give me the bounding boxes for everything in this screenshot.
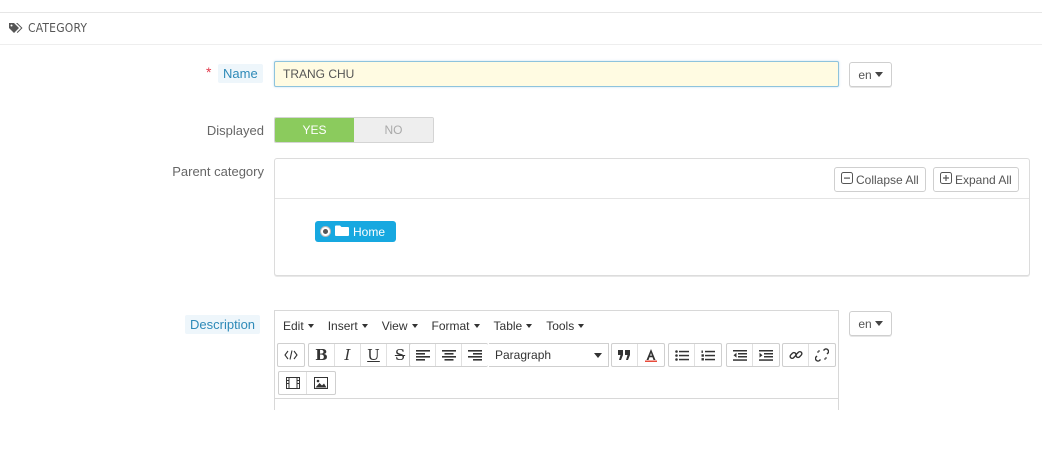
toolbar-group-text-style: B I U S: [308, 343, 414, 367]
bullet-list-icon[interactable]: [669, 344, 695, 366]
image-icon[interactable]: [307, 372, 335, 394]
menu-tools[interactable]: Tools: [546, 318, 585, 333]
format-select[interactable]: Paragraph: [489, 343, 609, 367]
bold-icon[interactable]: B: [309, 344, 335, 366]
indent-icon[interactable]: [753, 344, 779, 366]
menu-label: Table: [493, 318, 523, 333]
toggle-yes-option[interactable]: YES: [275, 118, 354, 142]
menu-label: Edit: [283, 318, 304, 333]
format-select-value: Paragraph: [495, 348, 552, 362]
language-code: en: [858, 316, 872, 331]
plus-square-icon: [940, 172, 952, 187]
home-radio[interactable]: [320, 226, 331, 237]
name-input[interactable]: [274, 61, 839, 87]
unlink-icon[interactable]: [809, 344, 835, 366]
tree-toolbar: Collapse All Expand All: [275, 159, 1029, 199]
name-label: Name: [218, 64, 263, 83]
menu-label: Insert: [327, 318, 358, 333]
panel-title: CATEGORY: [28, 21, 88, 35]
folder-icon: [335, 225, 349, 239]
tree-node-label: Home: [353, 224, 386, 239]
menu-view[interactable]: View: [382, 319, 418, 333]
caret-down-icon: [411, 323, 418, 328]
align-right-icon[interactable]: [462, 344, 488, 366]
collapse-all-label: Collapse All: [856, 172, 919, 187]
numbered-list-icon[interactable]: [695, 344, 721, 366]
caret-down-icon: [526, 323, 533, 328]
video-icon[interactable]: [279, 372, 307, 394]
toolbar-group-align: [409, 343, 488, 367]
menu-label: View: [381, 318, 408, 333]
text-color-icon[interactable]: [638, 344, 664, 366]
toggle-no-option[interactable]: NO: [354, 118, 433, 142]
align-left-icon[interactable]: [410, 344, 436, 366]
displayed-label: Displayed: [206, 123, 264, 138]
caret-down-icon: [594, 352, 602, 358]
panel-heading: CATEGORY: [8, 20, 87, 36]
language-code: en: [858, 67, 872, 82]
menu-insert[interactable]: Insert: [328, 319, 368, 333]
toolbar-group-media: [278, 371, 336, 395]
minus-square-icon: [841, 172, 853, 187]
align-center-icon[interactable]: [436, 344, 462, 366]
caret-down-icon: [307, 323, 314, 328]
outdent-icon[interactable]: [727, 344, 753, 366]
category-tree-panel: Collapse All Expand All Home: [274, 158, 1030, 276]
caret-down-icon: [874, 321, 883, 326]
tags-icon: [8, 22, 24, 34]
caret-down-icon: [874, 72, 883, 77]
expand-all-button[interactable]: Expand All: [933, 167, 1019, 192]
link-icon[interactable]: [783, 344, 809, 366]
underline-icon[interactable]: U: [361, 344, 387, 366]
toolbar-group-lists: [668, 343, 722, 367]
blockquote-icon[interactable]: [612, 344, 638, 366]
tree-node-home[interactable]: Home: [315, 221, 396, 242]
caret-down-icon: [473, 323, 480, 328]
header-divider: [0, 44, 1042, 45]
menu-label: Format: [431, 318, 470, 333]
toolbar-group-quote: [611, 343, 665, 367]
source-code-icon[interactable]: [278, 344, 304, 366]
toolbar-group-indent: [726, 343, 780, 367]
italic-icon[interactable]: I: [335, 344, 361, 366]
toolbar-group-links: [782, 343, 836, 367]
menu-edit[interactable]: Edit: [283, 319, 314, 333]
editor-toolbar-divider: [274, 398, 839, 399]
description-label: Description: [185, 315, 261, 334]
displayed-toggle[interactable]: YES NO: [274, 117, 434, 143]
menu-table[interactable]: Table: [494, 319, 533, 333]
name-language-dropdown[interactable]: en: [849, 62, 892, 87]
description-language-dropdown[interactable]: en: [849, 311, 892, 336]
toolbar-group-code: [277, 343, 305, 367]
caret-down-icon: [578, 323, 585, 328]
expand-all-label: Expand All: [955, 172, 1012, 187]
caret-down-icon: [361, 323, 368, 328]
editor-menubar: Edit Insert View Format Table Tools: [275, 311, 838, 340]
parent-category-label: Parent category: [172, 164, 264, 179]
menu-label: Tools: [546, 318, 575, 333]
collapse-all-button[interactable]: Collapse All: [834, 167, 926, 192]
top-divider: [0, 12, 1042, 13]
required-marker: *: [206, 64, 212, 80]
menu-format[interactable]: Format: [432, 319, 480, 333]
